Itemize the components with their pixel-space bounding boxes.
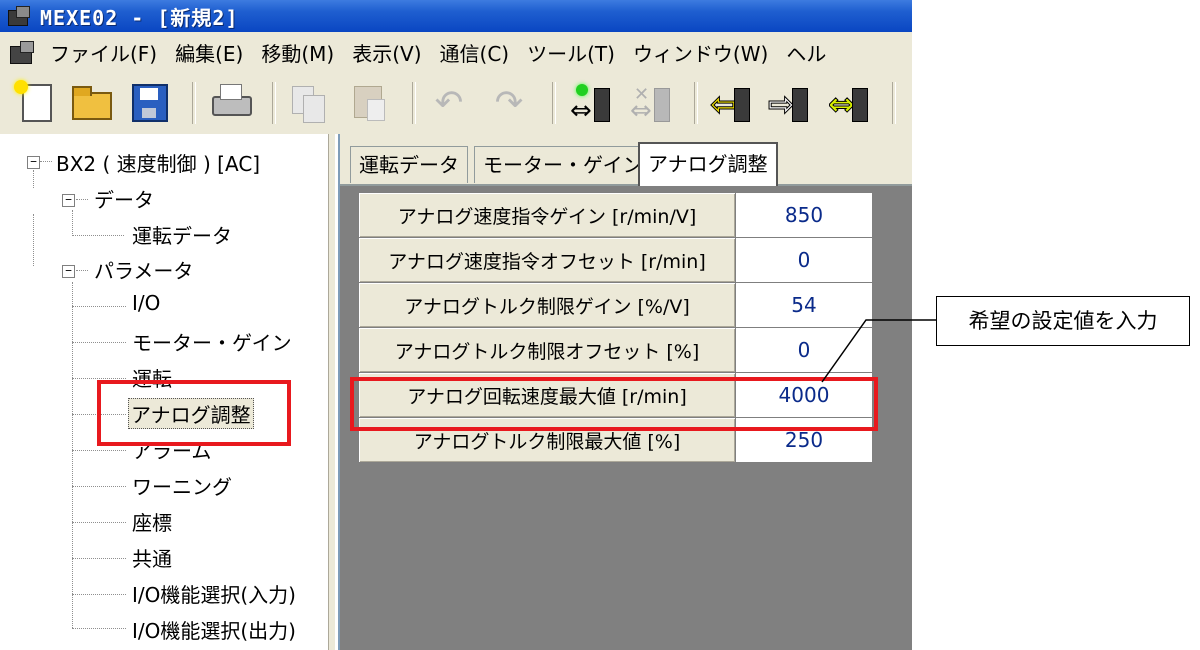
- toolbar-separator: [412, 82, 416, 124]
- toolbar: ↶ ↷ ⇔ ✕ ⇔ ⇦ ⇨ ⇔: [0, 72, 912, 136]
- tree-line: [72, 594, 126, 595]
- collapse-toggle-data[interactable]: −: [62, 194, 75, 207]
- collapse-toggle-params[interactable]: −: [62, 265, 75, 278]
- tree-line: [33, 214, 34, 266]
- verify-button[interactable]: ⇔: [824, 78, 874, 128]
- document-menu-icon[interactable]: [8, 38, 36, 66]
- paste-icon: [354, 86, 385, 121]
- tree-line: [40, 161, 52, 162]
- disconnect-icon: ✕ ⇔: [630, 84, 672, 124]
- copy-button[interactable]: [284, 78, 334, 128]
- callout-note: 希望の設定値を入力: [936, 296, 1190, 346]
- callout-line: [821, 319, 936, 383]
- copy-icon: [292, 86, 325, 123]
- tree-folder-parameters[interactable]: パラメータ: [94, 255, 193, 284]
- open-button[interactable]: [66, 78, 116, 128]
- table-row: アナログトルク制限ゲイン [%/V] 54: [358, 282, 873, 328]
- row-highlight-box: [350, 377, 878, 431]
- tree-line: [72, 628, 126, 629]
- tree-line: [76, 199, 88, 200]
- tree-line: [72, 235, 124, 236]
- tree-item-io[interactable]: I/O: [132, 291, 160, 315]
- menu-bar: ファイル(F) 編集(E) 移動(M) 表示(V) 通信(C) ツール(T) ウ…: [0, 32, 912, 72]
- new-file-icon: [14, 80, 52, 122]
- print-icon: [212, 84, 252, 116]
- menu-move[interactable]: 移動(M): [261, 38, 334, 67]
- redo-button[interactable]: ↷: [484, 78, 534, 128]
- param-label: アナログトルク制限ゲイン [%/V]: [358, 282, 736, 328]
- tree-line: [72, 486, 126, 487]
- verify-icon: ⇔: [828, 84, 870, 122]
- toolbar-separator: [192, 82, 196, 124]
- tree-item-io-output[interactable]: I/O機能選択(出力): [132, 615, 296, 644]
- param-value-input[interactable]: 0: [735, 237, 873, 283]
- new-button[interactable]: [10, 78, 60, 128]
- toolbar-separator: [694, 82, 698, 124]
- param-label: アナログ速度指令ゲイン [r/min/V]: [358, 192, 736, 238]
- print-button[interactable]: [206, 78, 256, 128]
- tree-item-coordinates[interactable]: 座標: [132, 507, 172, 536]
- app-icon: [6, 4, 32, 28]
- tree-folder-data[interactable]: データ: [94, 184, 154, 213]
- tree-item-io-input[interactable]: I/O機能選択(入力): [132, 579, 296, 608]
- param-value-input[interactable]: 850: [735, 192, 873, 238]
- open-folder-icon: [72, 86, 112, 120]
- connect-icon: ⇔: [570, 84, 612, 124]
- collapse-toggle-root[interactable]: −: [27, 156, 40, 169]
- tab-strip: 運転データ モーター・ゲイン アナログ調整: [340, 134, 912, 186]
- tree-line: [72, 558, 126, 559]
- save-icon: [132, 84, 168, 122]
- toolbar-separator: [272, 82, 276, 124]
- tree-line: [72, 450, 126, 451]
- tree-root[interactable]: BX2 ( 速度制御 ) [AC]: [56, 148, 260, 177]
- tab-analog-adjust[interactable]: アナログ調整: [638, 142, 778, 186]
- window-title: MEXE02 - [新規2]: [40, 5, 239, 30]
- connect-button[interactable]: ⇔: [566, 78, 616, 128]
- menu-edit[interactable]: 編集(E): [175, 38, 243, 67]
- param-label: アナログ速度指令オフセット [r/min]: [358, 237, 736, 283]
- toolbar-separator: [552, 82, 556, 124]
- menu-window[interactable]: ウィンドウ(W): [633, 38, 768, 67]
- tab-baseline: [340, 184, 912, 186]
- redo-icon: ↷: [494, 83, 524, 123]
- write-button[interactable]: ⇨: [764, 78, 814, 128]
- app-window: MEXE02 - [新規2] ファイル(F) 編集(E) 移動(M) 表示(V)…: [0, 0, 912, 650]
- paste-button[interactable]: [344, 78, 394, 128]
- tab-motor-gain[interactable]: モーター・ゲイン: [474, 146, 652, 183]
- tree-line: [72, 522, 126, 523]
- tree-line: [72, 342, 126, 343]
- undo-button[interactable]: ↶: [424, 78, 474, 128]
- toolbar-separator: [892, 82, 896, 124]
- read-from-device-icon: ⇦: [710, 84, 752, 122]
- tree-line: [72, 378, 126, 379]
- menu-tools[interactable]: ツール(T): [527, 38, 615, 67]
- save-button[interactable]: [124, 78, 174, 128]
- disconnect-button[interactable]: ✕ ⇔: [626, 78, 676, 128]
- table-row: アナログ速度指令ゲイン [r/min/V] 850: [358, 192, 873, 238]
- tree-item-warning[interactable]: ワーニング: [132, 471, 232, 500]
- tree-item-common[interactable]: 共通: [132, 543, 172, 572]
- param-label: アナログトルク制限オフセット [%]: [358, 327, 736, 373]
- title-bar: MEXE02 - [新規2]: [0, 0, 912, 32]
- tree-line: [72, 210, 73, 236]
- pane-splitter[interactable]: [328, 134, 335, 650]
- table-row: アナログトルク制限オフセット [%] 0: [358, 327, 873, 373]
- tree-line: [76, 270, 88, 271]
- tree-line: [72, 306, 126, 307]
- write-to-device-icon: ⇨: [768, 84, 810, 122]
- menu-communication[interactable]: 通信(C): [440, 38, 510, 67]
- tree-line: [72, 282, 73, 628]
- menu-file[interactable]: ファイル(F): [50, 38, 157, 67]
- table-row: アナログ速度指令オフセット [r/min] 0: [358, 237, 873, 283]
- tree-item-operation-data[interactable]: 運転データ: [132, 220, 232, 249]
- tree-item-motor-gain[interactable]: モーター・ゲイン: [132, 327, 292, 356]
- tree-line: [33, 170, 34, 188]
- menu-help[interactable]: ヘル: [786, 38, 826, 67]
- read-button[interactable]: ⇦: [706, 78, 756, 128]
- tree-highlight-box: [97, 380, 291, 446]
- tab-operation-data[interactable]: 運転データ: [350, 146, 468, 183]
- undo-icon: ↶: [434, 83, 464, 123]
- menu-view[interactable]: 表示(V): [352, 38, 421, 67]
